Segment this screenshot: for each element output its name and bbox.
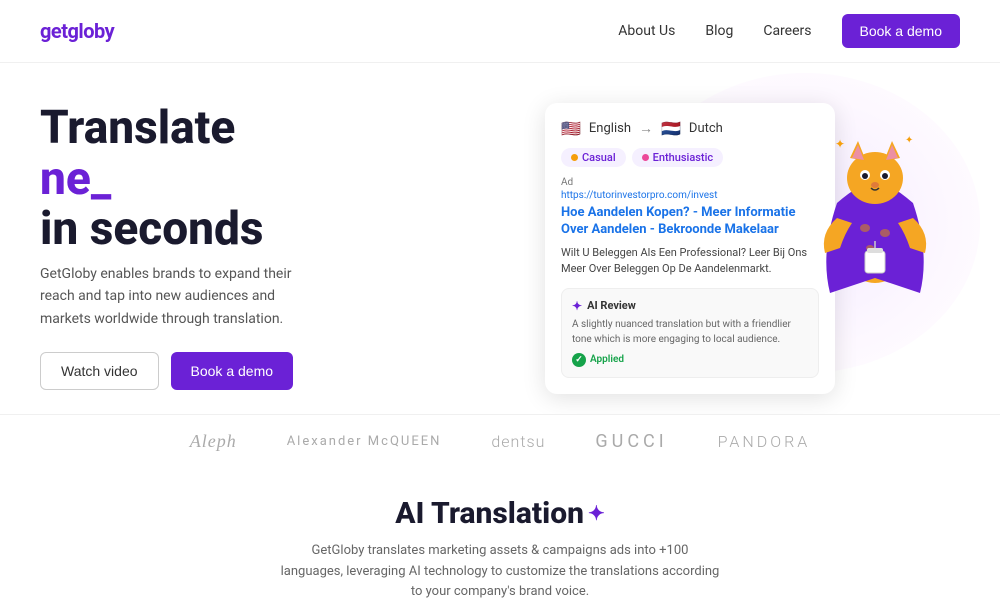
ad-label: Ad [561,177,819,188]
mascot-illustration: ✦ ✦ [810,103,940,283]
ai-section-title: AI Translation ✦ [40,496,960,531]
translation-card: 🇺🇸 English → 🇳🇱 Dutch Casual Enthusiasti… [545,103,835,394]
tag-casual[interactable]: Casual [561,148,626,167]
ai-review-title: AI Review [587,299,636,312]
logo-aleph: Aleph [190,431,237,452]
target-lang: Dutch [689,121,723,136]
source-lang: English [589,121,631,136]
hero-section: Translate ne_ in seconds GetGloby enable… [0,63,1000,414]
nav-links: About Us Blog Careers Book a demo [618,14,960,48]
hero-right: · · · · · 🇺🇸 English → 🇳🇱 Dutch Casual E [420,93,960,394]
hero-buttons: Watch video Book a demo [40,352,420,390]
book-demo-nav-button[interactable]: Book a demo [842,14,961,48]
check-icon: ✓ [572,353,586,367]
tag-enthusiastic-label: Enthusiastic [653,151,714,164]
ad-title: Hoe Aandelen Kopen? - Meer Informatie Ov… [561,205,819,239]
hero-title-line3: in seconds [40,202,264,256]
nav-blog[interactable]: Blog [705,23,733,39]
ai-review-text: A slightly nuanced translation but with … [572,317,808,347]
tag-enthusiastic[interactable]: Enthusiastic [632,148,724,167]
ai-star-icon: ✦ [572,299,582,313]
applied-label: Applied [590,354,624,365]
target-flag: 🇳🇱 [661,119,681,138]
logo-mcqueen: Alexander McQUEEN [287,434,442,449]
tag-casual-label: Casual [582,151,616,164]
hero-left: Translate ne_ in seconds GetGloby enable… [40,93,420,394]
ai-review-box: ✦ AI Review A slightly nuanced translati… [561,288,819,378]
logo-dentsu: dentsu [491,432,545,451]
ai-section-description: GetGloby translates marketing assets & c… [280,541,720,603]
hero-title-line2: ne_ [40,152,111,206]
logo-gucci: GUCCI [595,431,667,452]
navbar: getgloby About Us Blog Careers Book a de… [0,0,1000,63]
nav-about-us[interactable]: About Us [618,23,675,39]
hero-title-line1: Translate [40,101,235,155]
book-demo-hero-button[interactable]: Book a demo [171,352,294,390]
source-flag: 🇺🇸 [561,119,581,138]
casual-dot [571,154,578,161]
ad-url: https://tutorinvestorpro.com/invest [561,190,819,201]
arrow-icon: → [639,120,653,137]
logo: getgloby [40,19,114,43]
watch-video-button[interactable]: Watch video [40,352,159,390]
logo-pandora: PANDORA [718,432,811,451]
ad-body: Wilt U Beleggen Als Een Professional? Le… [561,245,819,278]
language-bar: 🇺🇸 English → 🇳🇱 Dutch [561,119,819,138]
hero-title: Translate ne_ in seconds [40,103,420,255]
hero-subtitle: GetGloby enables brands to expand their … [40,263,320,330]
ai-review-header: ✦ AI Review [572,299,808,313]
svg-text:✦: ✦ [905,135,913,146]
applied-badge: ✓ Applied [572,353,808,367]
sparkle-icon: ✦ [588,501,605,525]
tag-row: Casual Enthusiastic [561,148,819,167]
svg-text:✦: ✦ [835,137,845,151]
nav-careers[interactable]: Careers [763,23,811,39]
enthusiastic-dot [642,154,649,161]
ai-translation-section: AI Translation ✦ GetGloby translates mar… [0,472,1000,613]
logos-section: Aleph Alexander McQUEEN dentsu GUCCI PAN… [0,414,1000,472]
